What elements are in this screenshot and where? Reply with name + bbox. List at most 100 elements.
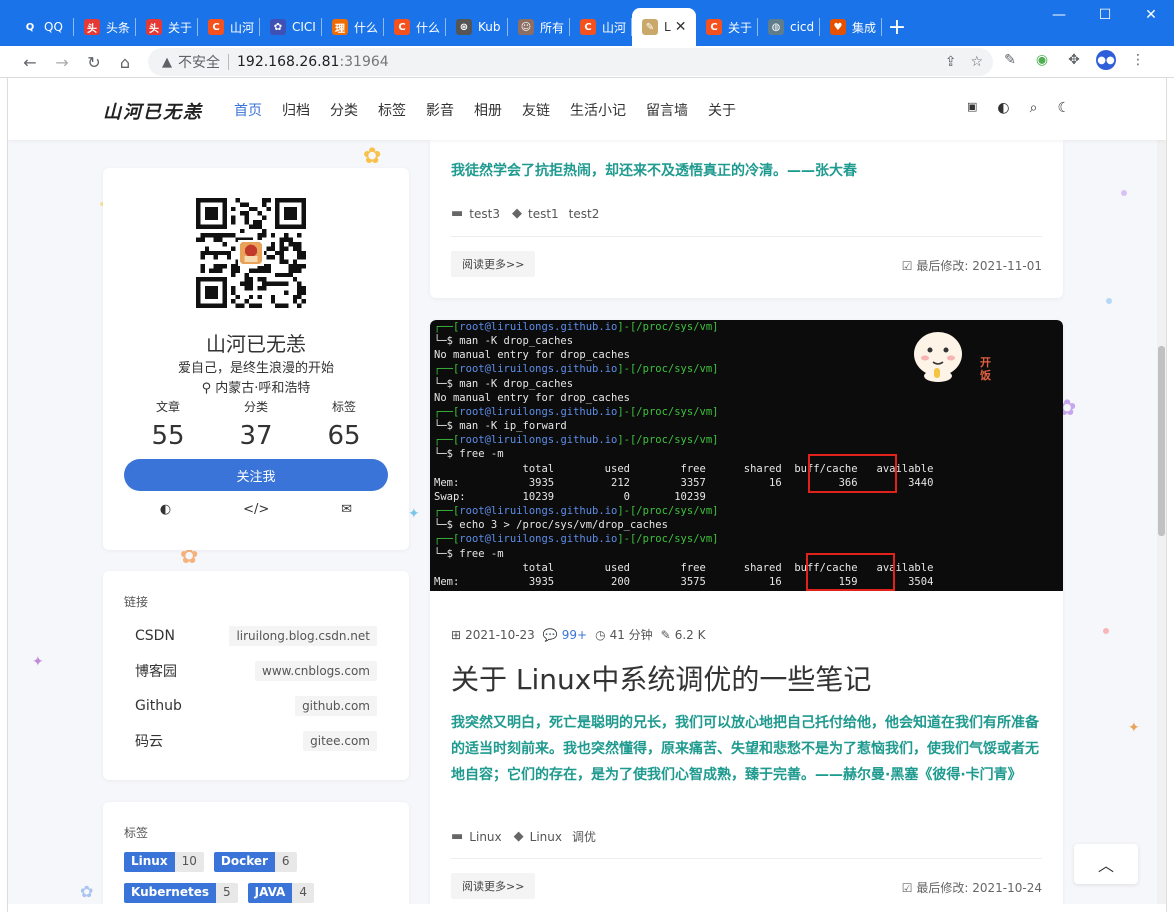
link-url: github.com xyxy=(295,696,377,716)
tab-title: cicd xyxy=(790,20,815,34)
link-item[interactable]: Github github.com xyxy=(135,696,377,716)
browser-tab[interactable]: C 什么 xyxy=(384,8,446,46)
tag-chip[interactable]: Linux 10 xyxy=(124,852,204,872)
post-tag[interactable]: test2 xyxy=(569,207,600,221)
scrollbar-thumb[interactable] xyxy=(1158,346,1165,536)
site-header: 山河已无恙 首页 归档 分类 标签 影音 相册 友链 生活小记 留言墙 关于 ▣ ◐ ⌕ ☾ xyxy=(8,78,1166,140)
tab-favicon-icon: ⊛ xyxy=(456,19,472,35)
code-icon[interactable]: </> xyxy=(243,502,269,517)
browser-tab[interactable]: ⊛ Kub xyxy=(446,8,508,46)
browser-tab[interactable]: ◍ cicd xyxy=(758,8,820,46)
browser-tab[interactable]: 理什么 xyxy=(322,8,384,46)
tag-chip[interactable]: Docker 6 xyxy=(213,852,297,872)
tab-title: 山河 xyxy=(602,20,627,35)
stat-item[interactable]: 分类 37 xyxy=(212,398,300,451)
url-divider xyxy=(228,54,229,70)
chrome-extension-icon[interactable]: ◉ xyxy=(1032,50,1052,70)
back-icon[interactable]: ← xyxy=(18,50,42,74)
tag-row: Kubernetes 5 JAVA 4 xyxy=(124,883,314,903)
post-title[interactable]: 关于 Linux中系统调优的一些笔记 xyxy=(451,658,871,698)
browser-tab[interactable]: C 关于 xyxy=(696,8,758,46)
post-modified: ☑ 最后修改: 2021-10-24 xyxy=(902,879,1042,896)
tag-name: Linux xyxy=(124,852,175,872)
browser-tab[interactable]: ☺ 所有 xyxy=(508,8,570,46)
post-cover-image[interactable]: ┌──[root@liruilongs.github.io]-[/proc/sy… xyxy=(430,320,1063,591)
nav-item[interactable]: 归档 xyxy=(282,100,310,120)
terminal-prompt: ┌──[root@liruilongs.github.io]-[/proc/sy… xyxy=(434,434,719,447)
close-window-button[interactable]: ✕ xyxy=(1128,0,1174,30)
close-tab-icon[interactable]: ✕ xyxy=(675,19,687,35)
edit-extension-icon[interactable]: ✎ xyxy=(1000,50,1020,70)
tab-favicon-icon: 头 xyxy=(146,19,162,35)
post-tag[interactable]: Linux xyxy=(530,830,562,844)
nav-item[interactable]: 分类 xyxy=(330,100,358,120)
browser-tab[interactable]: Q QQ xyxy=(12,8,74,46)
browser-tab[interactable]: 头头条 xyxy=(74,8,136,46)
tab-favicon-icon: C xyxy=(394,19,410,35)
nav-item[interactable]: 生活小记 xyxy=(570,100,626,120)
browser-tab[interactable]: ♥ 集成 xyxy=(820,8,882,46)
link-item[interactable]: CSDN liruilong.blog.csdn.net xyxy=(135,626,377,646)
tab-title: 所有 xyxy=(540,20,565,35)
nav-item[interactable]: 标签 xyxy=(378,100,406,120)
extension-area: ✎ ◉ ✥ ●● ⋮ xyxy=(1000,50,1148,70)
qr-code xyxy=(196,198,306,308)
minimize-button[interactable]: — xyxy=(1036,0,1082,30)
browser-tab[interactable]: ✎ L ✕ xyxy=(632,8,696,46)
follow-button[interactable]: 关注我 xyxy=(124,459,388,491)
nav-item[interactable]: 留言墙 xyxy=(646,100,688,120)
link-item[interactable]: 码云 gitee.com xyxy=(135,731,377,751)
terminal-prompt: ┌──[root@liruilongs.github.io]-[/proc/sy… xyxy=(434,405,719,418)
nav-item[interactable]: 首页 xyxy=(234,100,262,120)
reload-icon[interactable]: ↻ xyxy=(82,50,106,74)
search-icon[interactable]: ⌕ xyxy=(1030,100,1038,116)
stat-item[interactable]: 标签 65 xyxy=(300,398,388,451)
profile-avatar-icon[interactable]: ●● xyxy=(1096,50,1116,70)
stat-value: 37 xyxy=(239,421,273,451)
stat-item[interactable]: 文章 55 xyxy=(124,398,212,451)
post-category[interactable]: test3 xyxy=(469,207,500,221)
nav-item[interactable]: 友链 xyxy=(522,100,550,120)
browser-tab[interactable]: C 山河 xyxy=(198,8,260,46)
blog-icon[interactable]: ▣ xyxy=(967,100,977,116)
mail-icon[interactable]: ✉ xyxy=(341,502,352,517)
nav-item[interactable]: 影音 xyxy=(426,100,454,120)
post-quote: 我徒然学会了抗拒热闹，却还来不及透悟真正的冷清。——张大春 xyxy=(451,163,857,179)
tag-chip[interactable]: Kubernetes 5 xyxy=(124,883,238,903)
tab-title: 什么 xyxy=(416,20,441,35)
tag-chip[interactable]: JAVA 4 xyxy=(247,883,314,903)
page-viewport: ✿ ✿ ✿ ✦ ✦ ✦ ✿ 山河已无恙 首页 归档 分类 标签 影音 相册 友链 生活小记 留言… xyxy=(8,78,1166,904)
read-more-button[interactable]: 阅读更多>> xyxy=(451,251,536,277)
github-icon[interactable]: ◐ xyxy=(997,100,1009,116)
post-tag[interactable]: 调优 xyxy=(572,828,596,845)
nav-item[interactable]: 相册 xyxy=(474,100,502,120)
url-input[interactable]: ▲ 不安全 192.168.26.81:31964 ⇪ ☆ xyxy=(148,48,993,76)
read-more-button[interactable]: 阅读更多>> xyxy=(451,873,536,899)
maximize-button[interactable]: ☐ xyxy=(1082,0,1128,30)
link-item[interactable]: 博客园 www.cnblogs.com xyxy=(135,661,377,681)
browser-tab[interactable]: C 山河 xyxy=(570,8,632,46)
browser-tab[interactable]: ✿ CICI xyxy=(260,8,322,46)
dark-mode-icon[interactable]: ☾ xyxy=(1057,100,1070,116)
tag-name: Docker xyxy=(213,852,275,872)
flower-decoration-icon: ✿ xyxy=(363,144,382,169)
site-logo[interactable]: 山河已无恙 xyxy=(103,98,203,124)
share-icon[interactable]: ⇪ xyxy=(945,54,957,70)
post-tag[interactable]: test1 xyxy=(528,207,559,221)
new-tab-button[interactable]: + xyxy=(882,8,912,46)
puzzle-extensions-icon[interactable]: ✥ xyxy=(1064,50,1084,70)
browser-tab[interactable]: 头关于 xyxy=(136,8,198,46)
post-category[interactable]: Linux xyxy=(469,830,501,844)
link-name: CSDN xyxy=(135,628,175,644)
post-modified-date: 最后修改: 2021-11-01 xyxy=(916,259,1042,273)
back-to-top-button[interactable]: ︿ xyxy=(1074,844,1138,884)
menu-dots-icon[interactable]: ⋮ xyxy=(1128,50,1148,70)
tag-count: 4 xyxy=(292,883,314,903)
bookmark-star-icon[interactable]: ☆ xyxy=(970,54,983,70)
nav-item[interactable]: 关于 xyxy=(708,100,736,120)
highlight-box xyxy=(808,454,897,493)
github-icon[interactable]: ◐ xyxy=(160,502,171,517)
forward-icon[interactable]: → xyxy=(50,50,74,74)
post-comments[interactable]: 99+ xyxy=(562,628,587,642)
home-icon[interactable]: ⌂ xyxy=(113,50,137,74)
